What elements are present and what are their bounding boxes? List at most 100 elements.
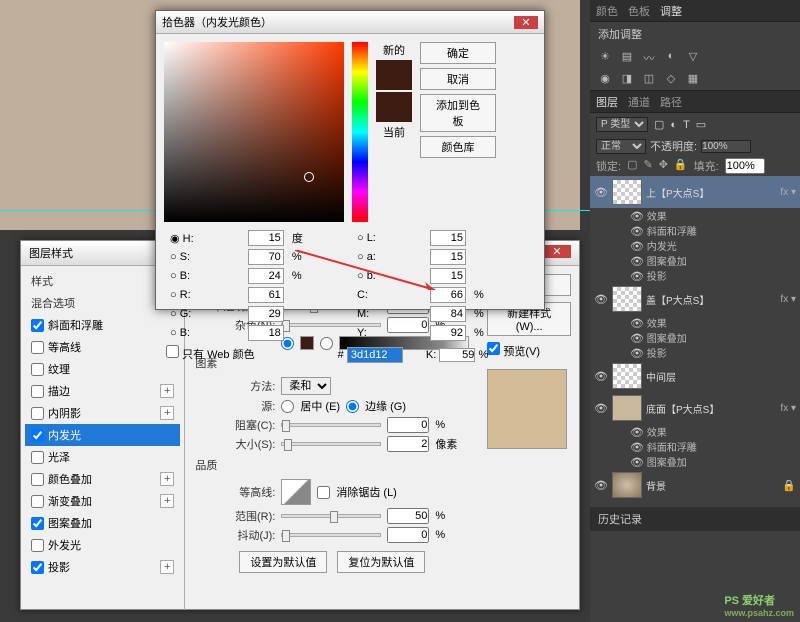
color-libraries-button[interactable]: 颜色库: [420, 136, 496, 158]
effect-row[interactable]: 👁 内发光: [590, 238, 800, 253]
brightness-icon[interactable]: ☀: [598, 50, 612, 64]
effect-row[interactable]: 👁 图案叠加: [590, 454, 800, 469]
layer-row-3[interactable]: 👁底面【P大点S】fx ▾: [590, 392, 800, 424]
b-input[interactable]: [430, 268, 466, 284]
filter-type-icon[interactable]: T: [683, 119, 690, 131]
effect-row[interactable]: 👁 斜面和浮雕: [590, 223, 800, 238]
style-item-3[interactable]: 描边+: [25, 380, 180, 402]
visibility-icon[interactable]: 👁: [630, 456, 644, 469]
tab-layers[interactable]: 图层: [596, 94, 618, 110]
visibility-icon[interactable]: 👁: [630, 240, 644, 253]
levels-icon[interactable]: ▤: [620, 50, 634, 64]
fill-input[interactable]: [725, 158, 765, 174]
size-slider[interactable]: [281, 442, 381, 446]
effect-row[interactable]: 👁 效果: [590, 424, 800, 439]
visibility-icon[interactable]: 👁: [630, 347, 644, 360]
layer-row-1[interactable]: 👁盖【P大点S】fx ▾: [590, 283, 800, 315]
m-input[interactable]: [430, 306, 466, 322]
technique-select[interactable]: 柔和: [281, 377, 331, 395]
hue-icon[interactable]: ◉: [598, 72, 612, 86]
style-check[interactable]: [31, 429, 44, 442]
curves-icon[interactable]: 〰: [642, 50, 656, 64]
close-icon[interactable]: ✕: [543, 245, 571, 258]
history-panel-tab[interactable]: 历史记录: [590, 507, 800, 531]
style-item-5[interactable]: 内发光: [25, 424, 180, 446]
fx-label[interactable]: fx ▾: [780, 294, 796, 305]
style-check[interactable]: [31, 473, 44, 486]
visibility-icon[interactable]: 👁: [630, 255, 644, 268]
style-check[interactable]: [31, 561, 44, 574]
source-center-radio[interactable]: [281, 400, 294, 413]
balance-icon[interactable]: ◨: [620, 72, 634, 86]
fx-label[interactable]: fx ▾: [780, 403, 796, 414]
lock-pixels-icon[interactable]: ✎: [643, 158, 652, 174]
style-check[interactable]: [31, 407, 44, 420]
effect-row[interactable]: 👁 效果: [590, 208, 800, 223]
effect-row[interactable]: 👁 效果: [590, 315, 800, 330]
web-only-check[interactable]: [166, 345, 179, 358]
style-item-11[interactable]: 投影+: [25, 556, 180, 578]
visibility-icon[interactable]: 👁: [630, 426, 644, 439]
lock-all-icon[interactable]: 🔒: [674, 158, 688, 174]
visibility-icon[interactable]: 👁: [594, 402, 608, 415]
add-swatch-button[interactable]: 添加到色板: [420, 94, 496, 132]
l-input[interactable]: [430, 230, 466, 246]
style-check[interactable]: [31, 363, 44, 376]
tab-color[interactable]: 颜色: [596, 3, 618, 19]
layer-row-0[interactable]: 👁上【P大点S】fx ▾: [590, 176, 800, 208]
range-slider[interactable]: [281, 514, 381, 518]
color-field[interactable]: [164, 42, 344, 222]
tab-swatches[interactable]: 色板: [628, 3, 650, 19]
effect-row[interactable]: 👁 斜面和浮雕: [590, 439, 800, 454]
blend-mode-select[interactable]: 正常: [596, 139, 646, 154]
visibility-icon[interactable]: 👁: [630, 270, 644, 283]
visibility-icon[interactable]: 👁: [630, 210, 644, 223]
r-input[interactable]: [248, 287, 284, 303]
bv-input[interactable]: [248, 268, 284, 284]
hue-slider[interactable]: [352, 42, 368, 222]
bw-icon[interactable]: ◫: [642, 72, 656, 86]
visibility-icon[interactable]: 👁: [630, 332, 644, 345]
lut-icon[interactable]: ▦: [686, 72, 700, 86]
layer-kind-select[interactable]: P 类型: [596, 117, 648, 132]
photo-filter-icon[interactable]: ◇: [664, 72, 678, 86]
k-input[interactable]: [439, 348, 475, 362]
exposure-icon[interactable]: ◐: [664, 50, 678, 64]
fx-label[interactable]: fx ▾: [780, 187, 796, 198]
plus-icon[interactable]: +: [160, 384, 174, 398]
jitter-slider[interactable]: [281, 533, 381, 537]
style-item-0[interactable]: 斜面和浮雕: [25, 314, 180, 336]
style-item-4[interactable]: 内阴影+: [25, 402, 180, 424]
g-input[interactable]: [248, 306, 284, 322]
layer-row-4[interactable]: 👁背景🔒: [590, 469, 800, 501]
lock-trans-icon[interactable]: ▢: [627, 158, 637, 174]
y-input[interactable]: [430, 325, 466, 341]
jitter-value[interactable]: [387, 527, 429, 543]
style-check[interactable]: [31, 319, 44, 332]
visibility-icon[interactable]: 👁: [594, 370, 608, 383]
antialias-check[interactable]: [317, 486, 330, 499]
visibility-icon[interactable]: 👁: [630, 225, 644, 238]
ok-button[interactable]: 确定: [420, 42, 496, 64]
style-item-9[interactable]: 图案叠加: [25, 512, 180, 534]
effect-row[interactable]: 👁 投影: [590, 345, 800, 360]
source-edge-radio[interactable]: [346, 400, 359, 413]
visibility-icon[interactable]: 👁: [594, 186, 608, 199]
style-check[interactable]: [31, 539, 44, 552]
style-check[interactable]: [31, 517, 44, 530]
set-default-button[interactable]: 设置为默认值: [239, 551, 327, 573]
style-check[interactable]: [31, 451, 44, 464]
range-value[interactable]: [387, 508, 429, 524]
hex-input[interactable]: [347, 347, 403, 363]
effect-row[interactable]: 👁 投影: [590, 268, 800, 283]
filter-pixel-icon[interactable]: ▢: [654, 118, 664, 131]
visibility-icon[interactable]: 👁: [630, 317, 644, 330]
choke-slider[interactable]: [281, 423, 381, 427]
filter-adj-icon[interactable]: ◐: [670, 119, 677, 131]
layer-row-2[interactable]: 👁中间层: [590, 360, 800, 392]
vibrance-icon[interactable]: ▽: [686, 50, 700, 64]
color-picker-titlebar[interactable]: 拾色器（内发光颜色） ✕: [156, 11, 544, 34]
tab-paths[interactable]: 路径: [660, 94, 682, 110]
choke-value[interactable]: [387, 417, 429, 433]
style-check[interactable]: [31, 341, 44, 354]
